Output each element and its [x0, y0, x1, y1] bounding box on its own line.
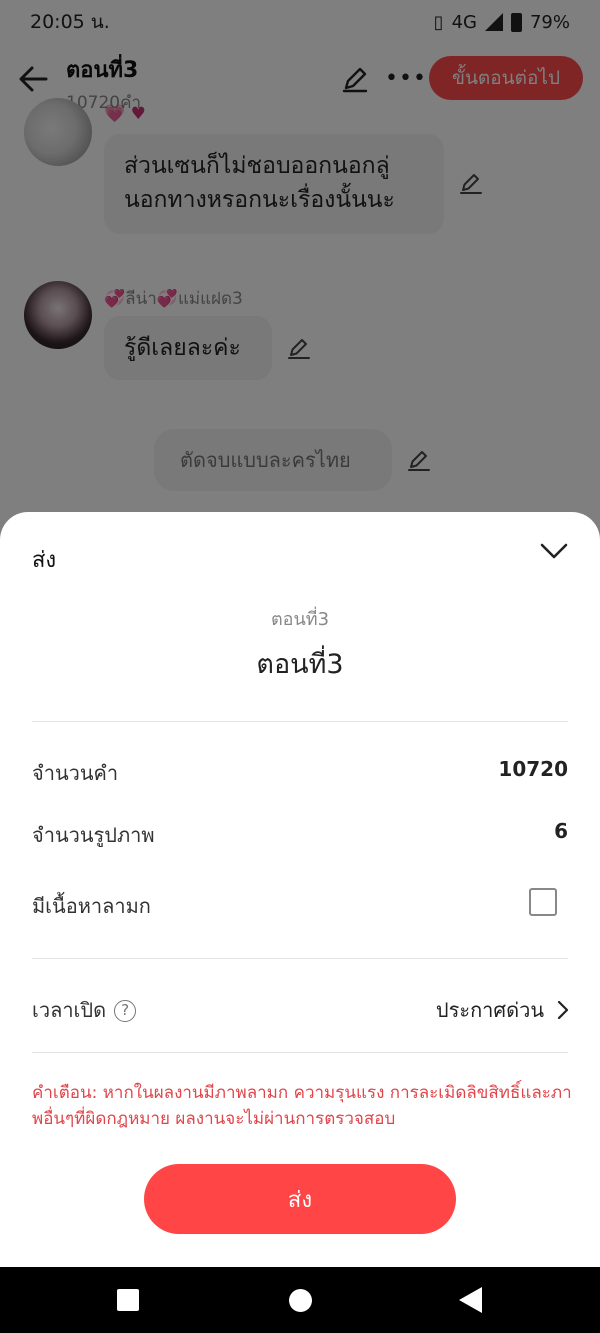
chevron-down-icon[interactable]: [538, 538, 570, 564]
submit-bottom-sheet: ส่ง ตอนที่3 ตอนที่3 จำนวนคำ 10720 จำนวนร…: [0, 512, 600, 1267]
back-nav-icon[interactable]: [459, 1287, 482, 1313]
system-nav-bar: [0, 1267, 600, 1333]
chevron-right-icon: [557, 1000, 569, 1020]
image-count-label: จำนวนรูปภาพ: [32, 823, 155, 847]
recent-apps-icon[interactable]: [117, 1289, 139, 1311]
open-time-row: เวลาเปิด?: [32, 994, 137, 1026]
home-icon[interactable]: [289, 1289, 312, 1312]
open-time-value: ประกาศด่วน: [435, 998, 544, 1022]
image-count-value: 6: [554, 819, 568, 843]
divider: [32, 721, 568, 722]
open-time-label: เวลาเปิด: [32, 998, 107, 1022]
send-button[interactable]: ส่ง: [144, 1164, 456, 1234]
divider: [32, 958, 568, 959]
sheet-title: ส่ง: [32, 548, 57, 573]
open-time-selector[interactable]: ประกาศด่วน: [436, 994, 570, 1026]
word-count-label: จำนวนคำ: [32, 761, 119, 785]
warning-text: คำเตือน: หากในผลงานมีภาพลามก ความรุนแรง …: [32, 1083, 572, 1129]
word-count-value: 10720: [498, 757, 568, 781]
adult-content-checkbox[interactable]: [529, 888, 557, 916]
divider: [32, 1052, 568, 1053]
chapter-subtitle: ตอนที่3: [270, 609, 330, 630]
chapter-title: ตอนที่3: [256, 649, 344, 680]
adult-content-label: มีเนื้อหาลามก: [32, 894, 151, 918]
help-icon[interactable]: ?: [114, 1000, 137, 1022]
